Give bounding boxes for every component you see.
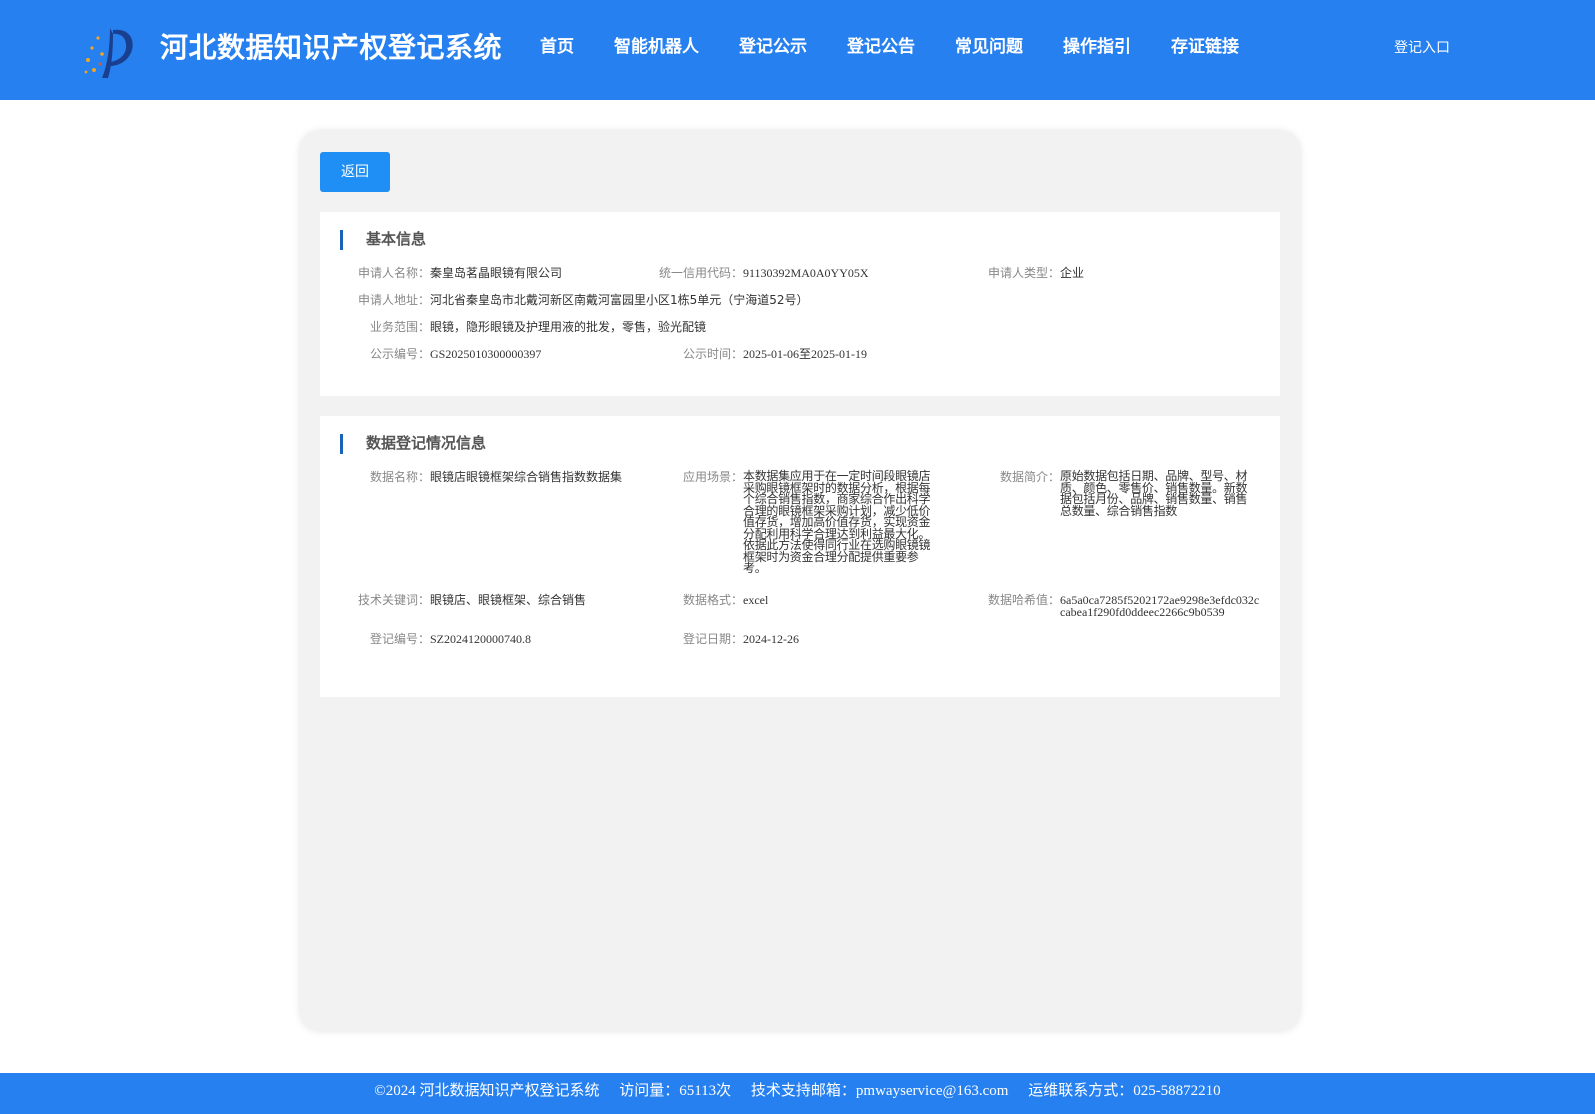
footer-copyright: ©2024 河北数据知识产权登记系统 [374, 1083, 600, 1099]
login-link[interactable]: 登记入口 [1394, 38, 1450, 58]
reg-no-label: 登记编号： [369, 632, 430, 646]
top-header: 河北数据知识产权登记系统 首页 智能机器人 登记公示 登记公告 常见问题 操作指… [0, 0, 1595, 100]
keywords-value: 眼镜店、眼镜框架、综合销售 [430, 593, 587, 607]
footer-email: 技术支持邮箱：pmwayservice@163.com [750, 1083, 1009, 1099]
credit-code-value: 91130392MA0A0YY05X [743, 266, 869, 280]
site-title: 河北数据知识产权登记系统 [160, 31, 503, 64]
format-label: 数据格式： [682, 593, 743, 607]
intro-label: 数据简介： [999, 470, 1060, 484]
notice-no-value: GS2025010300000397 [430, 347, 542, 361]
intro-value: 原始数据包括日期、品牌、型号、材质、颜色、零售价、销售数量。新数据包括月份、品牌… [1060, 469, 1248, 518]
scenario-value: 本数据集应用于在一定时间段眼镜店采购眼镜框架时的数据分析，根据每个综合销售指数，… [743, 469, 931, 575]
data-name-label: 数据名称： [369, 470, 430, 484]
credit-code-label: 统一信用代码： [658, 266, 743, 280]
scope-value: 眼镜，隐形眼镜及护理用液的批发，零售，验光配镜 [430, 320, 707, 334]
data-registration-card: 数据登记情况信息 数据名称： 眼镜店眼镜框架综合销售指数数据集 应用场景： 本数… [320, 416, 1280, 697]
reg-date-value: 2024-12-26 [743, 632, 799, 646]
footer-contact: 运维联系方式：025-58872210 [1028, 1083, 1221, 1099]
notice-time-value: 2025-01-06至2025-01-19 [743, 347, 867, 361]
applicant-name-value: 秦皇岛茗晶眼镜有限公司 [430, 266, 563, 280]
applicant-type-label: 申请人类型： [987, 266, 1060, 280]
reg-date-label: 登记日期： [682, 632, 743, 646]
site-logo-icon [84, 28, 133, 78]
nav-guide[interactable]: 操作指引 [1063, 34, 1131, 60]
nav-robot[interactable]: 智能机器人 [614, 34, 699, 60]
data-name-value: 眼镜店眼镜框架综合销售指数数据集 [430, 470, 623, 484]
address-value: 河北省秦皇岛市北戴河新区南戴河富园里小区1栋5单元（宁海道52号） [430, 293, 809, 307]
keywords-label: 技术关键词： [357, 593, 430, 607]
notice-time-label: 公示时间： [682, 347, 743, 361]
scope-label: 业务范围： [369, 320, 430, 334]
page-footer: ©2024 河北数据知识产权登记系统 访问量：65113次 技术支持邮箱：pmw… [0, 1073, 1595, 1114]
hash-label: 数据哈希值： [987, 593, 1060, 607]
format-value: excel [743, 593, 769, 607]
basic-info-card: 基本信息 申请人名称： 秦皇岛茗晶眼镜有限公司 统一信用代码： 91130392… [320, 212, 1280, 396]
scenario-label: 应用场景： [682, 470, 743, 484]
basic-info-title: 基本信息 [340, 230, 426, 250]
nav-publicity[interactable]: 登记公示 [739, 34, 807, 60]
reg-no-value: SZ2024120000740.8 [430, 632, 532, 646]
nav-evidence-link[interactable]: 存证链接 [1171, 34, 1239, 60]
detail-panel: 返回 基本信息 申请人名称： 秦皇岛茗晶眼镜有限公司 统一信用代码： 91130… [300, 131, 1300, 1031]
notice-no-label: 公示编号： [369, 347, 430, 361]
nav-faq[interactable]: 常见问题 [955, 34, 1023, 60]
footer-visits: 访问量：65113次 [619, 1083, 732, 1099]
address-label: 申请人地址： [357, 293, 430, 307]
applicant-type-value: 企业 [1060, 266, 1085, 280]
back-button[interactable]: 返回 [320, 152, 390, 192]
hash-value: 6a5a0ca7285f5202172ae9298e3efdc032ccabea… [1060, 593, 1260, 619]
applicant-name-label: 申请人名称： [357, 266, 430, 280]
nav-announcement[interactable]: 登记公告 [847, 34, 915, 60]
nav-home[interactable]: 首页 [540, 34, 574, 60]
data-registration-title: 数据登记情况信息 [340, 434, 486, 454]
